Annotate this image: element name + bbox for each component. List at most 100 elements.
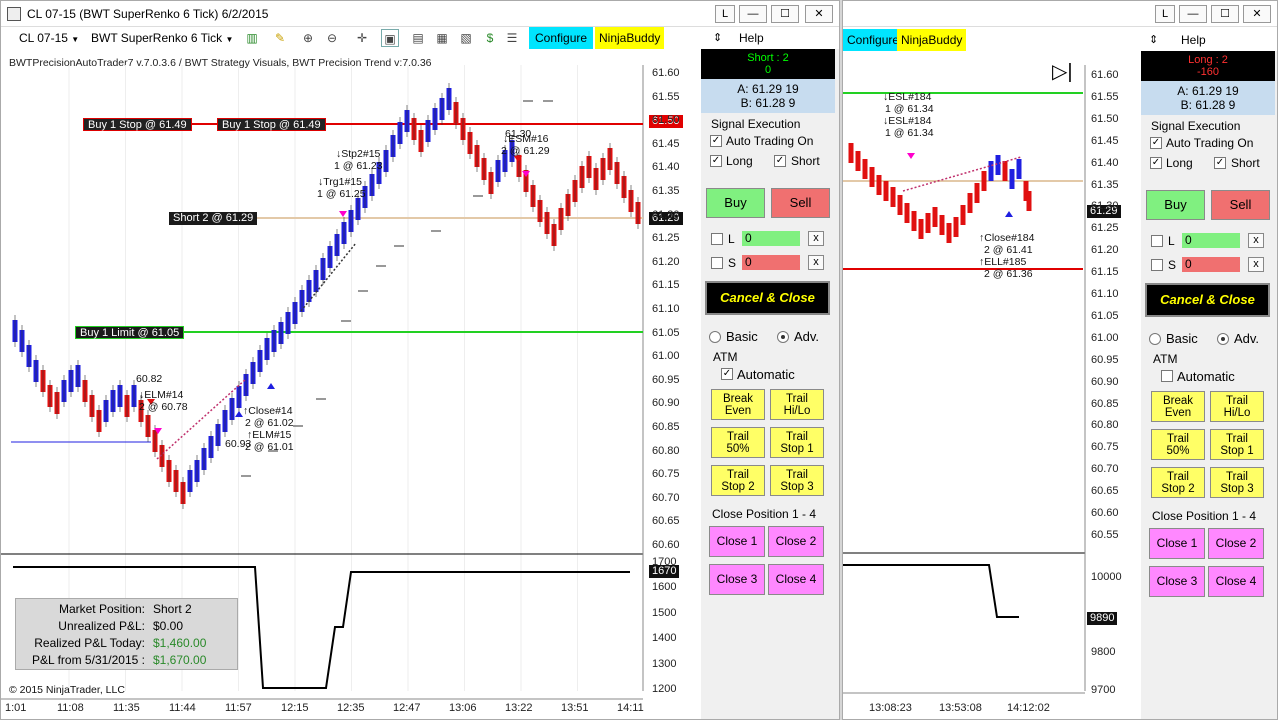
basic-radio[interactable] [1149,333,1161,345]
trail-hilo-button[interactable]: Trail Hi/Lo [1210,391,1264,422]
time-axis-label: 13:08:23 [869,702,912,714]
adv-radio[interactable] [777,331,789,343]
close-position-label: Close Position 1 - 4 [712,507,817,521]
stop-checkbox[interactable] [711,257,723,269]
time-axis-label: 12:15 [281,702,309,714]
annotation: 1 @ 61.34 [885,103,934,115]
limit-checkbox[interactable] [711,233,723,245]
price-axis-label: 61.35 [1091,178,1119,191]
sell-button[interactable]: Sell [1211,190,1270,220]
adv-radio[interactable] [1217,333,1229,345]
trade-panel-1: Short : 2 0 A: 61.29 19 B: 61.28 9 Signa… [701,49,839,719]
clear-stop-button[interactable]: x [1248,257,1264,272]
price-axis-label: 61.50 [652,114,680,127]
stop-offset-input[interactable]: 0 [1182,257,1240,272]
long-label: Long [726,154,753,168]
automatic-checkbox[interactable] [1161,370,1173,382]
close-3-button[interactable]: Close 3 [709,564,765,595]
close-2-button[interactable]: Close 2 [1208,528,1264,559]
trail-stop3-button[interactable]: Trail Stop 3 [770,465,824,496]
annotation: 2 @ 61.36 [984,268,1033,280]
minimize-button[interactable]: — [1179,5,1207,23]
annotation: ↓ESM#16 [503,133,549,145]
trail-50-button[interactable]: Trail 50% [711,427,765,458]
adv-label: Adv. [1234,331,1260,346]
limit-offset-input[interactable]: 0 [1182,233,1240,248]
trail-stop2-button[interactable]: Trail Stop 2 [711,465,765,496]
trail-50-button[interactable]: Trail 50% [1151,429,1205,460]
price-axis-label: 60.60 [1091,507,1119,519]
close-1-button[interactable]: Close 1 [709,526,765,557]
auto-trading-checkbox[interactable]: ✓ [710,135,722,147]
buy-stop-order-tag[interactable]: Buy 1 Stop @ 61.49 [83,118,192,131]
minimize-button[interactable]: — [739,5,767,23]
trail-stop1-button[interactable]: Trail Stop 1 [1210,429,1264,460]
trail-stop3-button[interactable]: Trail Stop 3 [1210,467,1264,498]
clear-limit-button[interactable]: x [1248,233,1264,248]
renko-up-brick [995,155,1001,175]
annotation: ↑Close#14 [243,405,293,417]
cancel-close-button[interactable]: Cancel & Close [705,281,830,315]
stop-offset-input[interactable]: 0 [742,255,800,270]
cancel-close-button[interactable]: Cancel & Close [1145,283,1270,317]
close-3-button[interactable]: Close 3 [1149,566,1205,597]
automatic-checkbox[interactable]: ✓ [721,368,733,380]
pnl-summary-box: Market Position: Short 2 Unrealized P&L: $… [15,598,238,670]
dock-icon[interactable]: ⇕ [1149,29,1158,51]
buy-button[interactable]: Buy [1146,190,1205,220]
price-axis-label: 61.10 [652,303,680,315]
close-1-button[interactable]: Close 1 [1149,528,1205,559]
buy-limit-order-tag[interactable]: Buy 1 Limit @ 61.05 [75,326,185,339]
help-link[interactable]: Help [739,27,764,49]
close-4-button[interactable]: Close 4 [768,564,824,595]
clear-limit-button[interactable]: x [808,231,824,246]
buy-button[interactable]: Buy [706,188,765,218]
long-checkbox[interactable]: ✓ [710,155,722,167]
pnl-axis-label: 1700 [652,556,677,568]
trail-hilo-button[interactable]: Trail Hi/Lo [770,389,824,420]
position-pnl: 0 [764,64,772,76]
price-chart[interactable] [1,1,644,700]
help-link[interactable]: Help [1181,29,1206,51]
maximize-button[interactable]: ☐ [771,5,799,23]
trail-stop2-button[interactable]: Trail Stop 2 [1151,467,1205,498]
close-4-button[interactable]: Close 4 [1208,566,1264,597]
close-window-button[interactable]: ✕ [1243,5,1271,23]
trail-stop1-button[interactable]: Trail Stop 1 [770,427,824,458]
sell-button[interactable]: Sell [771,188,830,218]
close-2-button[interactable]: Close 2 [768,526,824,557]
renko-down-brick [1026,191,1032,211]
long-checkbox[interactable]: ✓ [1150,157,1162,169]
price-axis-label: 61.20 [652,255,680,268]
short-position-tag[interactable]: Short 2 @ 61.29 [169,212,258,225]
signal-execution-label: Signal Execution [711,117,801,131]
break-even-button[interactable]: Break Even [711,389,765,420]
price-axis-label: 61.20 [1091,244,1119,257]
basic-radio[interactable] [709,331,721,343]
break-even-button[interactable]: Break Even [1151,391,1205,422]
annotation: ↑ELM#15 [247,429,292,441]
clear-stop-button[interactable]: x [808,255,824,270]
short-checkbox[interactable]: ✓ [774,155,786,167]
adv-label: Adv. [794,329,820,344]
btn-l2: Even [1164,407,1192,419]
price-axis-label: 60.85 [1091,397,1119,410]
short-checkbox[interactable]: ✓ [1214,157,1226,169]
stop-checkbox[interactable] [1151,259,1163,271]
short-label: Short [791,154,820,168]
pnl-axis-label: 9800 [1091,646,1116,658]
maximize-button[interactable]: ☐ [1211,5,1239,23]
limit-checkbox[interactable] [1151,235,1163,247]
link-button[interactable]: L [715,5,735,23]
copyright: © 2015 NinjaTrader, LLC [9,684,125,696]
btn-l2: Stop 2 [1161,483,1195,495]
price-axis-label: 61.50 [1091,112,1119,125]
auto-trading-checkbox[interactable]: ✓ [1150,137,1162,149]
pnl-value: Short 2 [153,602,192,616]
dock-icon[interactable]: ⇕ [713,27,722,49]
link-button[interactable]: L [1155,5,1175,23]
limit-offset-input[interactable]: 0 [742,231,800,246]
close-window-button[interactable]: ✕ [805,5,833,23]
price-axis-label: 60.75 [652,468,680,481]
buy-stop-order-tag-2[interactable]: Buy 1 Stop @ 61.49 [217,118,326,131]
